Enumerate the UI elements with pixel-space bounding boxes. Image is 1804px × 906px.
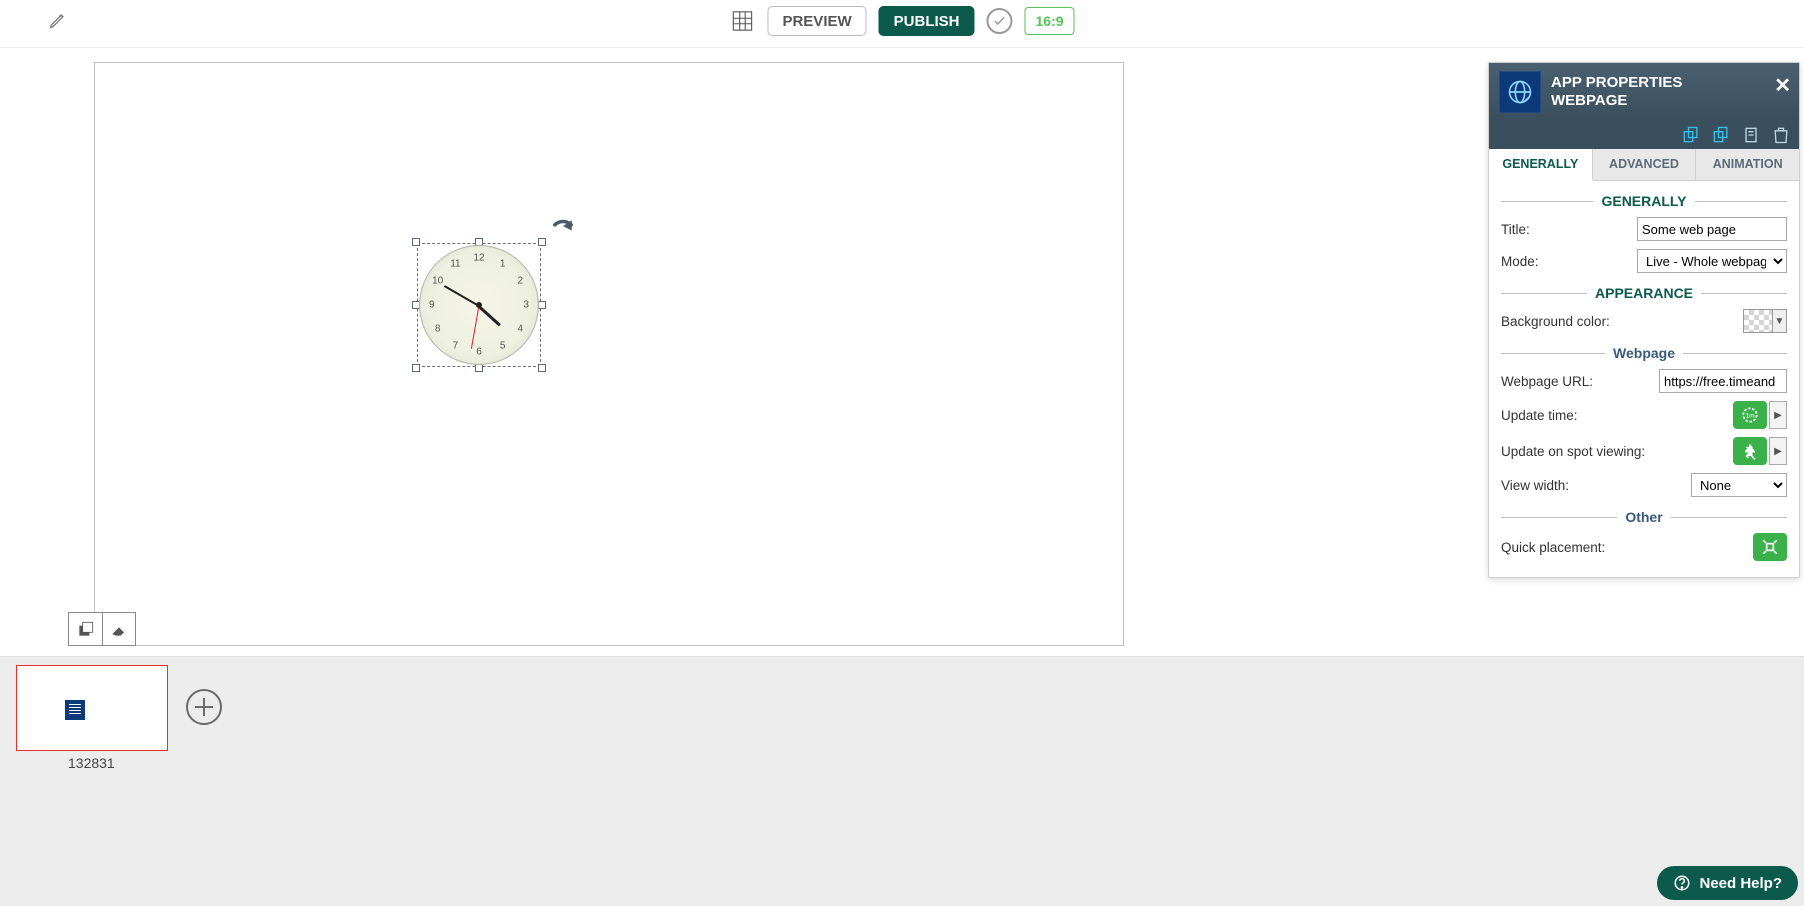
- validate-button[interactable]: [987, 8, 1013, 34]
- bgcolor-picker[interactable]: ▼: [1743, 309, 1787, 333]
- quick-placement-button[interactable]: [1753, 533, 1787, 561]
- chevron-down-icon: ▼: [1772, 310, 1786, 332]
- add-slide-button[interactable]: [186, 689, 222, 725]
- panel-body: GENERALLY Title: Mode: Live - Whole webp…: [1489, 181, 1799, 577]
- resize-handle[interactable]: [538, 238, 546, 246]
- update-time-next-icon[interactable]: ▶: [1769, 401, 1787, 429]
- close-icon[interactable]: ✕: [1774, 73, 1791, 98]
- label-bgcolor: Background color:: [1501, 314, 1743, 329]
- preview-button[interactable]: PREVIEW: [767, 6, 866, 36]
- duplicate-icon[interactable]: [1741, 125, 1761, 145]
- slide-thumbnail[interactable]: [16, 665, 168, 751]
- top-toolbar: PREVIEW PUBLISH 16:9: [0, 0, 1804, 48]
- globe-icon: [1499, 71, 1541, 113]
- resize-handle[interactable]: [475, 364, 483, 372]
- publish-button[interactable]: PUBLISH: [879, 6, 975, 36]
- transparent-swatch-icon: [1744, 310, 1772, 332]
- thumbnail-content-icon: [65, 700, 85, 720]
- clock-widget[interactable]: 12 1 2 3 4 5 6 7 8 9 10 11: [419, 245, 539, 365]
- url-input[interactable]: [1659, 369, 1787, 393]
- panel-tabs: GENERALLY ADVANCED ANIMATION: [1489, 149, 1799, 181]
- resize-handle[interactable]: [412, 238, 420, 246]
- title-input[interactable]: [1637, 217, 1787, 241]
- resize-handle[interactable]: [412, 364, 420, 372]
- tab-generally[interactable]: GENERALLY: [1489, 149, 1593, 181]
- section-generally: GENERALLY: [1501, 193, 1787, 209]
- grid-toggle-icon[interactable]: [729, 8, 755, 34]
- label-view-width: View width:: [1501, 478, 1691, 493]
- aspect-ratio-button[interactable]: 16:9: [1025, 7, 1075, 35]
- canvas-tool-buttons: [68, 612, 136, 646]
- update-spot-button[interactable]: [1733, 437, 1767, 465]
- delete-icon[interactable]: [1771, 125, 1791, 145]
- design-canvas[interactable]: 12 1 2 3 4 5 6 7 8 9 10 11: [94, 62, 1124, 646]
- update-spot-next-icon[interactable]: ▶: [1769, 437, 1787, 465]
- eraser-button[interactable]: [102, 612, 136, 646]
- panel-subtitle: WEBPAGE: [1551, 92, 1682, 110]
- selected-widget[interactable]: 12 1 2 3 4 5 6 7 8 9 10 11: [417, 243, 541, 367]
- panel-toolbar: [1489, 121, 1799, 149]
- update-time-button[interactable]: 1m: [1733, 401, 1767, 429]
- copy-front-icon[interactable]: [1681, 125, 1701, 145]
- section-other: Other: [1501, 509, 1787, 525]
- properties-panel: APP PROPERTIES WEBPAGE ✕ GENERALLY ADVAN…: [1488, 62, 1800, 578]
- label-quick-placement: Quick placement:: [1501, 540, 1753, 555]
- slides-strip: 132831: [0, 656, 1804, 906]
- section-appearance: APPEARANCE: [1501, 285, 1787, 301]
- section-webpage: Webpage: [1501, 345, 1787, 361]
- panel-title: APP PROPERTIES: [1551, 74, 1682, 92]
- copy-back-icon[interactable]: [1711, 125, 1731, 145]
- need-help-button[interactable]: Need Help?: [1657, 866, 1798, 900]
- svg-text:1m: 1m: [1745, 413, 1755, 420]
- rotate-handle-icon[interactable]: [549, 219, 577, 247]
- resize-handle[interactable]: [538, 301, 546, 309]
- view-width-select[interactable]: None: [1691, 473, 1787, 497]
- tab-advanced[interactable]: ADVANCED: [1593, 149, 1697, 180]
- edit-title-icon[interactable]: [48, 10, 68, 30]
- slide-id-label: 132831: [68, 755, 115, 771]
- need-help-label: Need Help?: [1699, 875, 1782, 892]
- mode-select[interactable]: Live - Whole webpage: [1637, 249, 1787, 273]
- label-update-spot: Update on spot viewing:: [1501, 444, 1733, 459]
- label-title: Title:: [1501, 222, 1637, 237]
- layers-button[interactable]: [68, 612, 102, 646]
- panel-header[interactable]: APP PROPERTIES WEBPAGE ✕: [1489, 63, 1799, 121]
- label-url: Webpage URL:: [1501, 374, 1659, 389]
- label-update-time: Update time:: [1501, 408, 1733, 423]
- tab-animation[interactable]: ANIMATION: [1696, 149, 1799, 180]
- label-mode: Mode:: [1501, 254, 1637, 269]
- resize-handle[interactable]: [538, 364, 546, 372]
